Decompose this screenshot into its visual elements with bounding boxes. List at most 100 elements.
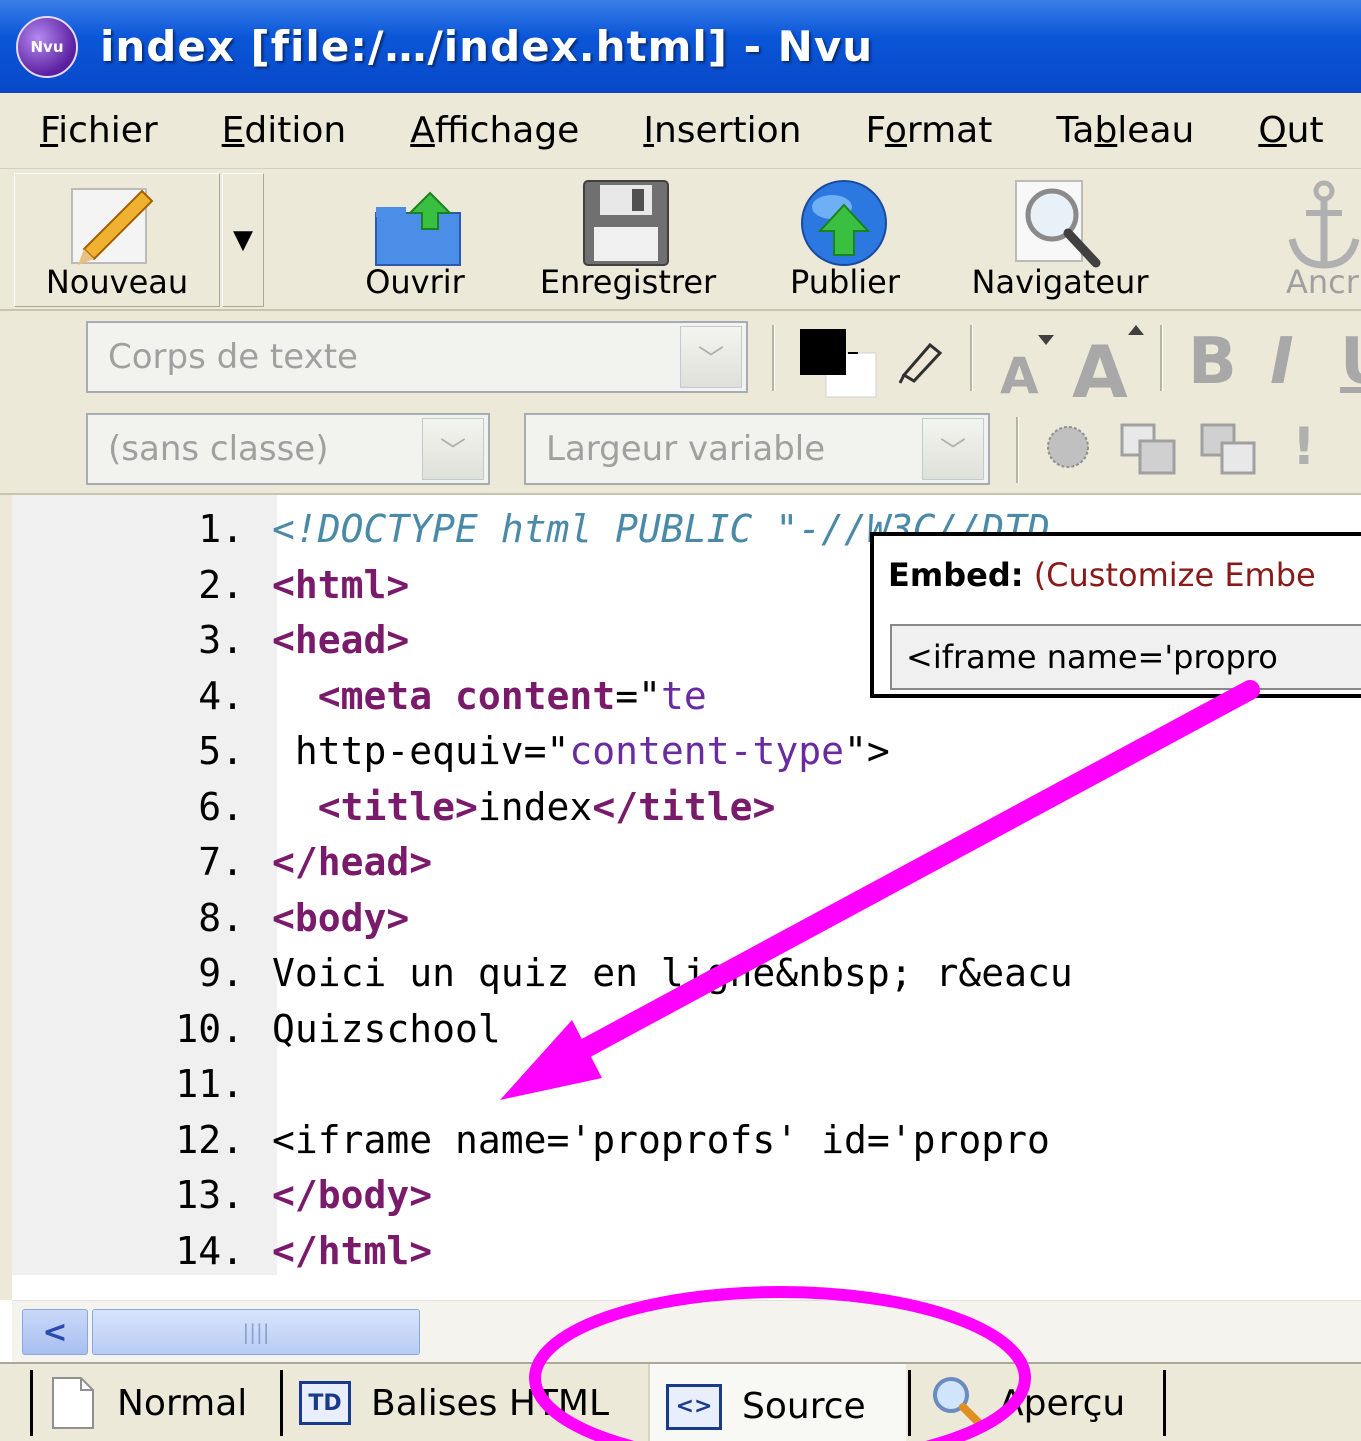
source-code-icon: <> bbox=[666, 1383, 722, 1430]
code-text: <body> bbox=[272, 895, 410, 940]
menu-item[interactable]: Insertion bbox=[643, 110, 801, 151]
tab-apercu[interactable]: Aperçu bbox=[908, 1370, 1166, 1436]
send-backward-icon[interactable] bbox=[1196, 419, 1262, 479]
menu-item[interactable]: Tableau bbox=[1056, 110, 1194, 151]
code-line: 7. </head> bbox=[12, 834, 1361, 890]
td-tag-icon: TD bbox=[299, 1381, 351, 1425]
code-text: <head> bbox=[272, 618, 410, 662]
tab-balises-label: Balises HTML bbox=[371, 1382, 610, 1424]
class-style-value: (sans classe) bbox=[108, 429, 329, 469]
code-text: http-equiv="content-type"> bbox=[272, 729, 890, 773]
line-number: 2. bbox=[198, 562, 244, 607]
ouvrir-button[interactable]: Ouvrir bbox=[340, 169, 490, 311]
grip-icon: |||| bbox=[242, 1320, 270, 1344]
line-number: 7. bbox=[198, 840, 244, 884]
scroll-thumb[interactable]: |||| bbox=[92, 1309, 420, 1355]
main-toolbar: Nouveau ▼ Ouvrir Enregistrer Publier Nav… bbox=[0, 169, 1361, 311]
toolbar-separator bbox=[970, 325, 973, 391]
code-line: 6. <title>index</title> bbox=[12, 779, 1361, 835]
preview-magnifier-icon bbox=[933, 1377, 987, 1431]
chevron-down-icon[interactable]: ﹀ bbox=[922, 418, 984, 480]
horizontal-scrollbar[interactable]: < |||| bbox=[12, 1300, 1361, 1362]
format-toolbar-2: (sans classe) ﹀ Largeur variable ﹀ ! bbox=[0, 403, 1361, 495]
menu-item[interactable]: Format bbox=[865, 110, 992, 151]
app-icon-label: Nvu bbox=[30, 37, 64, 56]
increase-font-size-icon[interactable]: A bbox=[1070, 321, 1154, 401]
tab-source[interactable]: <> Source bbox=[648, 1364, 906, 1441]
text-color-icon[interactable] bbox=[796, 325, 880, 399]
tab-balises-html[interactable]: TD Balises HTML bbox=[280, 1370, 640, 1436]
open-folder-icon bbox=[375, 191, 461, 266]
code-line: 9. Voici un quiz en ligne&nbsp; r&eacu bbox=[12, 945, 1361, 1001]
anchor-icon bbox=[1288, 180, 1360, 269]
title-bar: Nvu index [file:/…/index.html] - Nvu bbox=[0, 0, 1361, 93]
code-line: 10. Quizschool bbox=[12, 1001, 1361, 1057]
nouveau-button-content[interactable]: Nouveau bbox=[14, 169, 220, 311]
tab-normal[interactable]: Normal bbox=[30, 1370, 276, 1436]
code-line: 11. bbox=[12, 1056, 1361, 1112]
line-number: 14. bbox=[175, 1228, 244, 1273]
customize-embed-link[interactable]: (Customize Embe bbox=[1024, 556, 1316, 594]
line-number: 12. bbox=[175, 1117, 244, 1162]
svg-text:A: A bbox=[1072, 330, 1128, 401]
bold-icon[interactable]: B bbox=[1188, 325, 1237, 399]
bring-forward-icon[interactable] bbox=[1116, 419, 1182, 479]
publish-globe-icon bbox=[801, 180, 887, 266]
width-style-value: Largeur variable bbox=[546, 429, 826, 469]
tab-normal-label: Normal bbox=[117, 1382, 248, 1424]
underline-icon[interactable]: U bbox=[1340, 325, 1361, 399]
window-title: index [file:/…/index.html] - Nvu bbox=[100, 22, 874, 71]
menu-item[interactable]: Edition bbox=[222, 110, 347, 151]
code-line: 12. <iframe name='proprofs' id='propro bbox=[12, 1112, 1361, 1168]
nouveau-dropdown-button[interactable]: ▼ bbox=[222, 173, 264, 307]
toolbar-separator bbox=[1160, 325, 1163, 391]
embed-popup: Embed: (Customize Embe <iframe name='pro… bbox=[870, 532, 1361, 698]
svg-text:A: A bbox=[1000, 347, 1039, 399]
menu-item[interactable]: Out bbox=[1258, 110, 1323, 151]
menu-item[interactable]: Fichier bbox=[40, 110, 158, 151]
line-number: 6. bbox=[198, 784, 244, 829]
code-text: </body> bbox=[272, 1173, 433, 1217]
publier-button[interactable]: Publier bbox=[770, 169, 920, 311]
toolbar-separator bbox=[772, 325, 775, 391]
class-style-select[interactable]: (sans classe) ﹀ bbox=[86, 413, 490, 485]
code-line: 13. </body> bbox=[12, 1167, 1361, 1223]
toolbar-separator bbox=[1016, 417, 1019, 483]
exclamation-icon[interactable]: ! bbox=[1292, 417, 1316, 477]
code-line: 14. </html> bbox=[12, 1223, 1361, 1279]
tab-source-label: Source bbox=[742, 1386, 866, 1427]
code-text: </head> bbox=[272, 840, 433, 884]
scroll-left-button[interactable]: < bbox=[22, 1309, 88, 1355]
highlight-pen-icon[interactable] bbox=[896, 335, 946, 385]
nvu-app-icon[interactable]: Nvu bbox=[16, 15, 78, 78]
paragraph-style-select[interactable]: Corps de texte ﹀ bbox=[86, 321, 748, 393]
blank-page-icon bbox=[52, 1377, 94, 1429]
code-line: 5. http-equiv="content-type"> bbox=[12, 723, 1361, 779]
menu-item[interactable]: Affichage bbox=[410, 110, 579, 151]
italic-icon[interactable]: I bbox=[1270, 325, 1294, 399]
chevron-down-icon[interactable]: ﹀ bbox=[680, 326, 742, 388]
new-page-pencil-icon bbox=[71, 188, 154, 265]
line-number: 1. bbox=[198, 507, 244, 551]
code-text: Quizschool bbox=[272, 1006, 501, 1051]
line-number: 9. bbox=[198, 951, 244, 995]
enregistrer-button[interactable]: Enregistrer bbox=[528, 169, 728, 311]
width-style-select[interactable]: Largeur variable ﹀ bbox=[524, 413, 990, 485]
layer-pattern-icon[interactable] bbox=[1040, 419, 1096, 475]
line-number: 4. bbox=[198, 673, 244, 718]
decrease-font-size-icon[interactable]: A bbox=[996, 329, 1066, 399]
line-number: 8. bbox=[198, 895, 244, 940]
code-text: <iframe name='proprofs' id='propro bbox=[272, 1117, 1050, 1162]
embed-code-field[interactable]: <iframe name='propro bbox=[890, 624, 1361, 690]
chevron-down-icon[interactable]: ﹀ bbox=[422, 418, 484, 480]
line-number: 13. bbox=[175, 1173, 244, 1217]
format-toolbar-1: Corps de texte ﹀ A A B I U bbox=[0, 311, 1361, 403]
line-number: 3. bbox=[198, 618, 244, 662]
embed-label: Embed: bbox=[888, 556, 1024, 594]
ancre-button[interactable]: Ancr bbox=[1276, 169, 1361, 311]
code-text: <title>index</title> bbox=[317, 784, 776, 829]
chevron-left-icon: < bbox=[42, 1314, 68, 1350]
code-text: <html> bbox=[272, 562, 410, 607]
code-text: Voici un quiz en ligne&nbsp; r&eacu bbox=[272, 951, 1073, 995]
navigateur-button[interactable]: Navigateur bbox=[952, 169, 1168, 311]
